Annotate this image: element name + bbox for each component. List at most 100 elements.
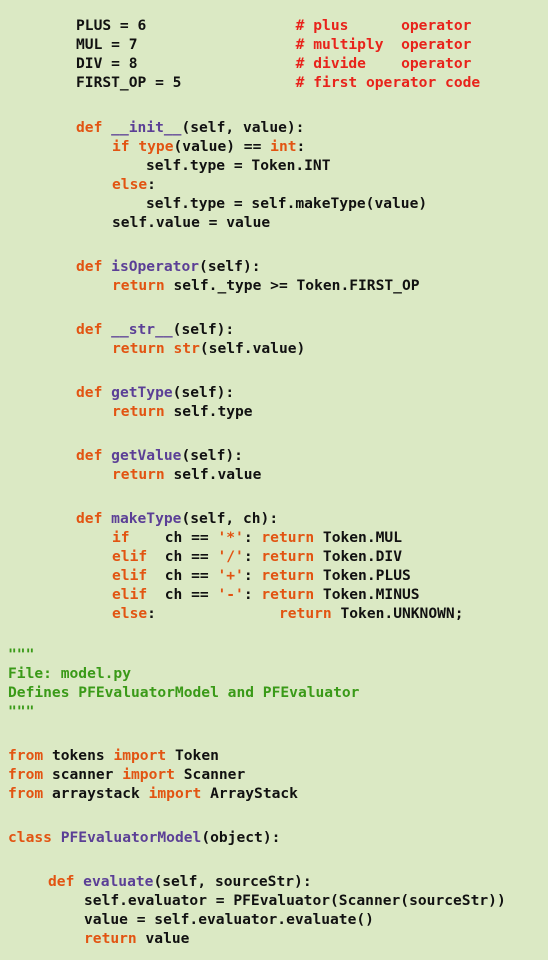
code-line: Defines PFEvaluatorModel and PFEvaluator <box>8 683 359 702</box>
code-line: def makeType(self, ch): <box>76 509 278 528</box>
code-token: self._type >= Token.FIRST_OP <box>173 277 420 294</box>
code-token: self.type = Token.INT <box>146 157 331 174</box>
code-token: FIRST_OP = 5 <box>76 74 182 91</box>
code-token: '-' <box>217 586 244 603</box>
code-token: return <box>261 529 323 546</box>
code-line: """ <box>8 645 34 664</box>
code-line: elif ch == '+': return Token.PLUS <box>112 566 411 585</box>
code-token: : <box>243 567 262 584</box>
code-token: import <box>148 785 211 802</box>
code-token: else <box>112 176 148 193</box>
code-token: (self, ch): <box>181 510 279 527</box>
code-token: Token.DIV <box>322 548 402 565</box>
code-token: makeType <box>111 510 182 527</box>
code-token: def <box>48 873 84 890</box>
code-token: self.type = self.makeType(value) <box>146 195 428 212</box>
code-line: self.evaluator = PFEvaluator(Scanner(sou… <box>84 891 506 910</box>
code-token: (self): <box>199 258 261 275</box>
code-token: self.value <box>173 466 262 483</box>
code-token: Token <box>174 747 219 764</box>
code-token: Token.PLUS <box>322 567 411 584</box>
code-token: getType <box>111 384 173 401</box>
code-line: File: model.py <box>8 664 131 683</box>
code-token: '+' <box>217 567 244 584</box>
code-line: from scanner import Scanner <box>8 765 245 784</box>
code-token: def <box>76 447 112 464</box>
code-token: def <box>76 119 112 136</box>
code-line: MUL = 7 # multiply operator <box>76 35 471 54</box>
code-line: return self.type <box>112 402 253 421</box>
code-line: self.type = self.makeType(value) <box>146 194 427 213</box>
code-token: def <box>76 258 112 275</box>
code-token: import <box>122 766 184 783</box>
code-token: getValue <box>111 447 182 464</box>
code-line: return self._type >= Token.FIRST_OP <box>112 276 420 295</box>
code-token: class <box>8 829 61 846</box>
code-line: def getType(self): <box>76 383 234 402</box>
code-line: elif ch == '-': return Token.MINUS <box>112 585 420 604</box>
code-token: from <box>8 747 52 764</box>
code-line: self.type = Token.INT <box>146 156 331 175</box>
code-token: return <box>278 605 341 622</box>
code-token: return <box>84 930 146 947</box>
code-token: : <box>296 138 306 155</box>
code-token: Defines PFEvaluatorModel and PFEvaluator <box>8 684 360 701</box>
code-token: self.value = value <box>112 214 271 231</box>
code-line: self.value = value <box>112 213 270 232</box>
code-line: if type(value) == int: <box>112 137 305 156</box>
code-token: elif <box>112 567 148 584</box>
code-token: return <box>112 340 174 357</box>
code-token: (self, sourceStr): <box>153 873 312 890</box>
code-line: PLUS = 6 # plus operator <box>76 16 471 35</box>
code-token: int <box>270 138 297 155</box>
code-line: FIRST_OP = 5 # first operator code <box>76 73 480 92</box>
code-token: str <box>173 340 200 357</box>
code-token: self.evaluator = PFEvaluator(Scanner(sou… <box>84 892 506 909</box>
code-token: def <box>76 510 112 527</box>
code-token: '*' <box>217 529 244 546</box>
code-line: """ <box>8 702 34 721</box>
code-token: (self): <box>172 321 235 338</box>
code-line: else: <box>112 175 156 194</box>
code-listing: PLUS = 6 # plus operator MUL = 7 # multip… <box>0 0 548 960</box>
code-token: : <box>243 548 262 565</box>
code-token: isOperator <box>111 258 200 275</box>
code-token: if <box>112 529 130 546</box>
code-token: return <box>261 586 323 603</box>
code-line: def isOperator(self): <box>76 257 261 276</box>
code-token: : <box>147 605 156 622</box>
code-token: MUL = 7 <box>76 36 138 53</box>
code-token: return <box>261 548 323 565</box>
code-token: DIV = 8 <box>76 55 138 72</box>
code-token: (self): <box>172 384 235 401</box>
code-token: return <box>112 403 174 420</box>
code-line: return str(self.value) <box>112 339 305 358</box>
code-token: import <box>113 747 175 764</box>
code-token: def <box>76 384 112 401</box>
code-token: ArrayStack <box>210 785 298 802</box>
code-line: return self.value <box>112 465 261 484</box>
code-token: from <box>8 766 52 783</box>
code-token: elif <box>112 586 148 603</box>
code-token: return <box>112 277 174 294</box>
code-line: elif ch == '/': return Token.DIV <box>112 547 402 566</box>
code-token: value <box>145 930 190 947</box>
code-line: from arraystack import ArrayStack <box>8 784 298 803</box>
code-token: : <box>243 529 262 546</box>
code-token: from <box>8 785 52 802</box>
code-line: class PFEvaluatorModel(object): <box>8 828 280 847</box>
code-token: else <box>112 605 148 622</box>
code-token: PLUS = 6 <box>76 17 147 34</box>
code-line: def __init__(self, value): <box>76 118 304 137</box>
code-token: ch == <box>129 529 218 546</box>
code-token: # multiply operator <box>295 36 472 53</box>
code-token: Token.MINUS <box>322 586 420 603</box>
code-token: (value) == <box>173 138 271 155</box>
code-token: elif <box>112 548 148 565</box>
code-token: (object): <box>201 829 281 846</box>
code-token: __str__ <box>111 321 173 338</box>
